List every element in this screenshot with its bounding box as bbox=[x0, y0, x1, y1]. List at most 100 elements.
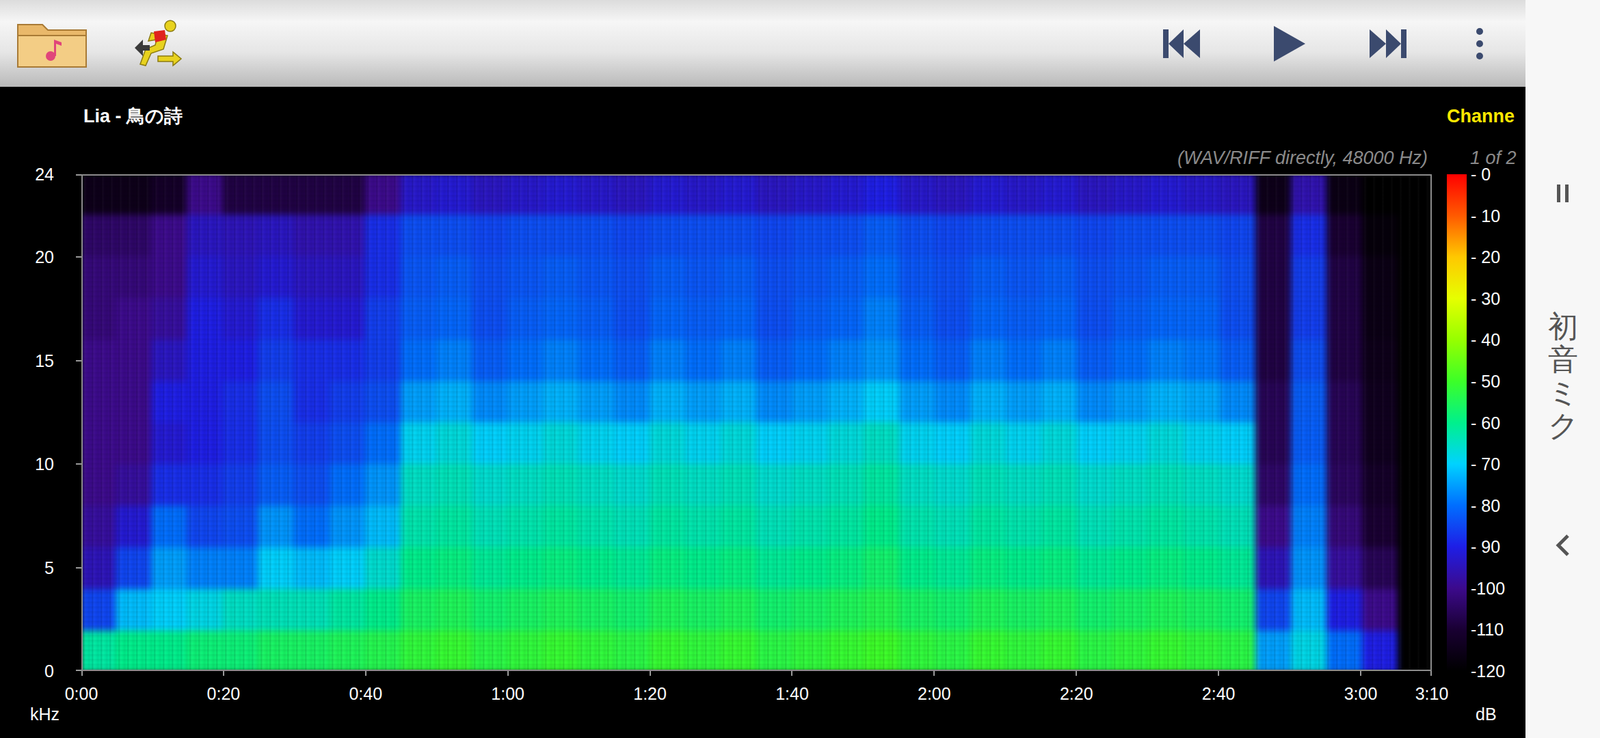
spectrogram-cell bbox=[934, 256, 971, 299]
spectrogram-cell bbox=[329, 589, 366, 632]
previous-track-icon[interactable] bbox=[1161, 26, 1203, 61]
spectrogram-plot[interactable] bbox=[81, 174, 1432, 672]
spectrogram-column bbox=[471, 174, 508, 672]
spectrogram-cell bbox=[365, 631, 401, 672]
spectrogram-cell bbox=[792, 381, 829, 424]
spectrogram-cell bbox=[828, 422, 864, 465]
spectrogram-cell bbox=[1219, 214, 1256, 257]
spectrogram-cell bbox=[81, 381, 116, 424]
spectrogram-cell bbox=[863, 381, 900, 424]
tick-mark bbox=[1430, 671, 1432, 677]
spectrogram-cell bbox=[614, 422, 650, 465]
spectrogram-cell bbox=[365, 214, 401, 257]
spectrogram-cell bbox=[365, 174, 401, 215]
time-tick: 3:00 bbox=[1344, 684, 1378, 704]
spectrogram-cell bbox=[649, 298, 686, 340]
spectrogram-cell bbox=[970, 256, 1006, 299]
play-icon[interactable] bbox=[1271, 24, 1307, 63]
spectrogram-cell bbox=[1219, 547, 1256, 590]
spectrogram-cell bbox=[151, 214, 187, 257]
spectrogram-cell bbox=[257, 422, 294, 465]
spectrogram-cell bbox=[222, 547, 258, 590]
spectrogram-column bbox=[970, 174, 1006, 672]
spectrogram-cell bbox=[1255, 631, 1291, 672]
spectrogram-cell bbox=[1183, 464, 1220, 506]
spectrogram-cell bbox=[436, 631, 472, 672]
spectrogram-cell bbox=[1005, 339, 1042, 382]
spectrogram-cell bbox=[1005, 256, 1042, 299]
spectrogram-cell bbox=[970, 214, 1006, 257]
spectrogram-cell bbox=[329, 256, 366, 299]
spectrogram-cell bbox=[756, 547, 792, 590]
spectrogram-cell bbox=[649, 422, 686, 465]
spectrogram-cell bbox=[756, 464, 792, 506]
spectrogram-cell bbox=[1219, 422, 1256, 465]
spectrogram-cell bbox=[1219, 174, 1256, 215]
spectrogram-cell bbox=[828, 381, 864, 424]
spectrogram-cell bbox=[186, 214, 223, 257]
spectrogram-cell bbox=[934, 381, 971, 424]
spectrogram-cell bbox=[400, 631, 437, 672]
spectrogram-cell bbox=[436, 464, 472, 506]
spectrogram-cell bbox=[115, 505, 152, 548]
spectrogram-cell bbox=[649, 174, 686, 215]
spectrogram-cell bbox=[1397, 339, 1432, 382]
spectrogram-cell bbox=[222, 381, 258, 424]
spectrogram-cell bbox=[720, 547, 757, 590]
spectrogram-cell bbox=[1041, 256, 1077, 299]
spectrogram-cell bbox=[1290, 589, 1327, 632]
spectrogram-cell bbox=[1397, 422, 1432, 465]
spectrogram-cell bbox=[1005, 464, 1042, 506]
app: Lia - 鳥の詩 Channe (WAV/RIFF directly, 480… bbox=[0, 0, 1600, 738]
next-track-icon[interactable] bbox=[1366, 26, 1408, 61]
spectrogram-cell bbox=[436, 589, 472, 632]
frequency-tick: 10 bbox=[34, 454, 55, 474]
spectrogram-cell bbox=[899, 339, 935, 382]
spectrogram-column bbox=[756, 174, 792, 672]
spectrogram-cell bbox=[507, 422, 543, 465]
collapse-icon[interactable] bbox=[1552, 531, 1574, 563]
spectrogram-cell bbox=[1148, 214, 1184, 257]
spectrogram-cell bbox=[720, 298, 757, 340]
spectrogram-cell bbox=[115, 298, 152, 340]
spectrogram-cell bbox=[115, 339, 152, 382]
spectrogram-cell bbox=[1397, 381, 1432, 424]
spectrogram-cell bbox=[1326, 505, 1363, 548]
level-unit: dB bbox=[1446, 671, 1526, 738]
spectrogram-cell bbox=[507, 174, 543, 215]
open-folder-icon[interactable] bbox=[15, 17, 91, 70]
side-panel-label[interactable]: 初音ミク bbox=[1548, 310, 1579, 444]
spectrogram-cell bbox=[970, 298, 1006, 340]
spectrogram-cell bbox=[400, 589, 437, 632]
spectrogram-column bbox=[649, 174, 686, 672]
spectrogram-cell bbox=[792, 631, 829, 672]
spectrogram-cell bbox=[471, 547, 508, 590]
frequency-axis: 2420151050 bbox=[0, 174, 82, 672]
runner-icon[interactable] bbox=[130, 17, 186, 70]
spectrogram-cell bbox=[1183, 214, 1220, 257]
spectrogram-cell bbox=[970, 631, 1006, 672]
spectrogram-cell bbox=[1362, 505, 1398, 548]
more-menu-icon[interactable] bbox=[1473, 26, 1486, 61]
spectrogram-cell bbox=[578, 256, 615, 299]
spectrogram-cell bbox=[1255, 505, 1291, 548]
spectrogram-column bbox=[685, 174, 721, 672]
spectrogram-cell bbox=[970, 505, 1006, 548]
spectrogram-cell bbox=[1290, 298, 1327, 340]
spectrogram-cell bbox=[507, 339, 543, 382]
spectrogram-cell bbox=[828, 339, 864, 382]
spectrogram-cell bbox=[1005, 214, 1042, 257]
spectrogram-cell bbox=[578, 214, 615, 257]
tick-mark bbox=[75, 256, 82, 258]
spectrogram-cell bbox=[1219, 381, 1256, 424]
spectrogram-cell bbox=[685, 256, 721, 299]
drag-handle-icon[interactable] bbox=[1552, 181, 1574, 208]
spectrogram-cell bbox=[186, 589, 223, 632]
spectrogram-cell bbox=[649, 589, 686, 632]
channel-label[interactable]: Channe bbox=[1446, 101, 1526, 128]
spectrogram-cell bbox=[1183, 174, 1220, 215]
spectrogram-cell bbox=[1290, 339, 1327, 382]
spectrogram-cell bbox=[293, 422, 329, 465]
spectrogram-column bbox=[436, 174, 472, 672]
spectrogram-cell bbox=[471, 464, 508, 506]
